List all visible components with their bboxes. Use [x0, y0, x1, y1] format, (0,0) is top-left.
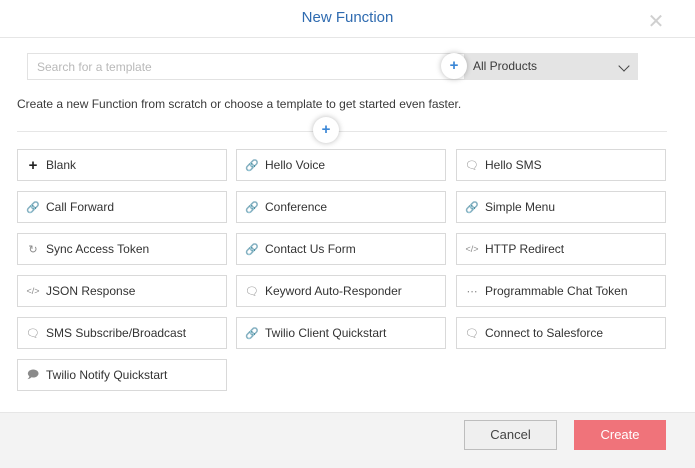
- link-icon: 🔗: [465, 201, 479, 214]
- template-tile[interactable]: 🗩 Twilio Notify Quickstart: [17, 359, 227, 391]
- template-tile[interactable]: 🔗 Contact Us Form: [236, 233, 446, 265]
- chat-icon: 🗨: [245, 285, 259, 298]
- template-label: Simple Menu: [485, 200, 556, 214]
- template-label: Sync Access Token: [46, 242, 150, 256]
- template-tile[interactable]: 🗨 Hello SMS: [456, 149, 666, 181]
- dialog-title: New Function: [301, 9, 394, 26]
- link-icon: 🔗: [26, 201, 40, 214]
- code-icon: </>: [465, 244, 479, 254]
- template-label: Connect to Salesforce: [485, 326, 604, 340]
- template-label: Contact Us Form: [265, 242, 356, 256]
- create-button[interactable]: Create: [574, 420, 666, 450]
- template-tile[interactable]: 🗨 Connect to Salesforce: [456, 317, 666, 349]
- dialog-description: Create a new Function from scratch or ch…: [17, 97, 462, 111]
- template-label: Twilio Client Quickstart: [265, 326, 387, 340]
- template-tile[interactable]: 🔗 Twilio Client Quickstart: [236, 317, 446, 349]
- template-label: Twilio Notify Quickstart: [46, 368, 168, 382]
- template-label: SMS Subscribe/Broadcast: [46, 326, 187, 340]
- code-icon: </>: [26, 286, 40, 296]
- template-tile[interactable]: </> JSON Response: [17, 275, 227, 307]
- product-filter-dropdown[interactable]: All Products: [465, 53, 638, 80]
- template-tile[interactable]: 🗨 Keyword Auto-Responder: [236, 275, 446, 307]
- link-icon: 🔗: [245, 159, 259, 172]
- template-tile[interactable]: </> HTTP Redirect: [456, 233, 666, 265]
- template-label: Hello SMS: [485, 158, 542, 172]
- cancel-button[interactable]: Cancel: [464, 420, 557, 450]
- notify-icon: 🗩: [26, 368, 40, 381]
- template-tile[interactable]: 🗨 SMS Subscribe/Broadcast: [17, 317, 227, 349]
- chat-dots-icon: ⋯: [466, 285, 478, 298]
- link-icon: 🔗: [245, 327, 259, 340]
- chat-icon: 🗨: [465, 327, 479, 340]
- template-label: Blank: [46, 158, 77, 172]
- template-label: Conference: [265, 200, 328, 214]
- chat-icon: 🗨: [465, 159, 479, 172]
- link-icon: 🔗: [245, 243, 259, 256]
- template-label: JSON Response: [46, 284, 136, 298]
- template-search-input[interactable]: [27, 53, 465, 80]
- new-function-dialog: New Function ✕ All Products + Create a n…: [0, 0, 695, 468]
- template-label: Keyword Auto-Responder: [265, 284, 402, 298]
- template-tile[interactable]: ⋯ Programmable Chat Token: [456, 275, 666, 307]
- template-label: Hello Voice: [265, 158, 326, 172]
- add-plus-button[interactable]: +: [313, 117, 339, 143]
- sync-icon: ↻: [28, 243, 38, 256]
- divider: [17, 131, 667, 132]
- add-plus-button[interactable]: +: [441, 53, 467, 79]
- link-icon: 🔗: [245, 201, 259, 214]
- template-tile[interactable]: + Blank: [17, 149, 227, 181]
- dialog-header: New Function ✕: [0, 0, 695, 38]
- product-filter-value: All Products: [473, 59, 538, 73]
- template-tile[interactable]: ↻ Sync Access Token: [17, 233, 227, 265]
- template-label: Call Forward: [46, 200, 115, 214]
- template-tile[interactable]: 🔗 Call Forward: [17, 191, 227, 223]
- chat-icon: 🗨: [26, 327, 40, 340]
- template-label: HTTP Redirect: [485, 242, 565, 256]
- close-icon[interactable]: ✕: [646, 12, 666, 32]
- chevron-down-icon: [618, 60, 630, 72]
- template-tile[interactable]: 🔗 Hello Voice: [236, 149, 446, 181]
- template-tile[interactable]: 🔗 Simple Menu: [456, 191, 666, 223]
- plus-icon: +: [28, 156, 38, 174]
- template-tile[interactable]: 🔗 Conference: [236, 191, 446, 223]
- template-label: Programmable Chat Token: [485, 284, 628, 298]
